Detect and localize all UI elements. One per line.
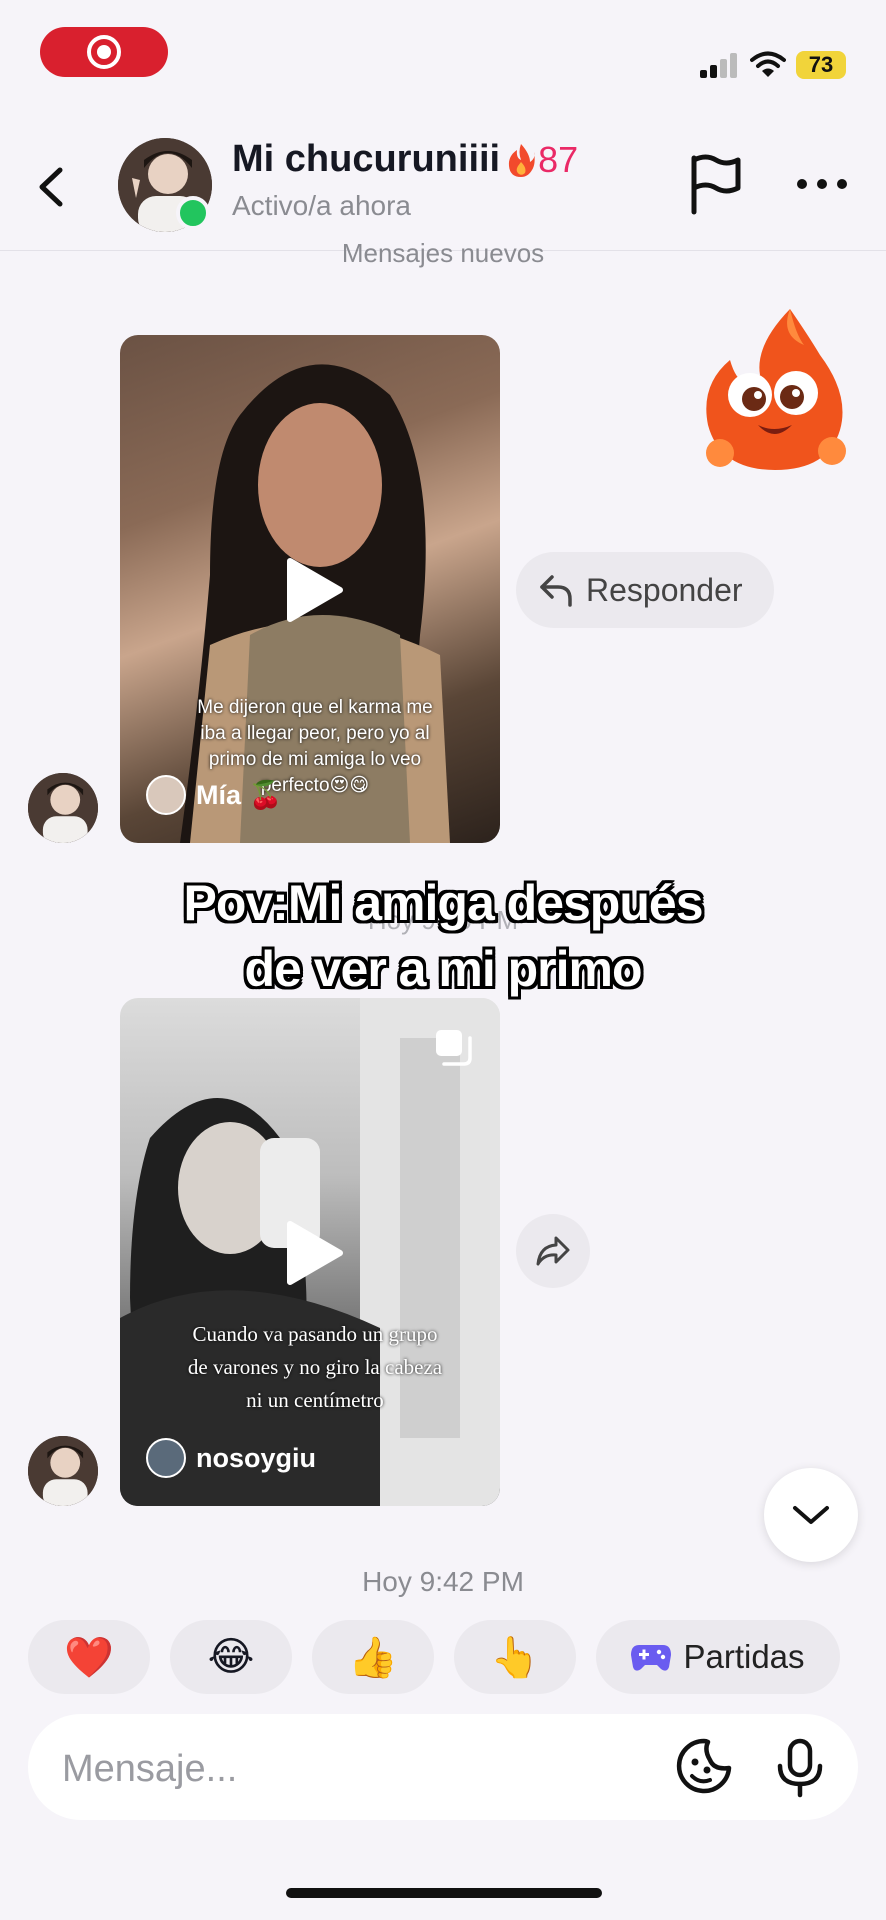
streak-badge: 87: [506, 139, 578, 181]
author-name: Mía 🍒: [196, 780, 283, 810]
sticker-emoji-icon[interactable]: [674, 1736, 734, 1796]
presence-status: Activo/a ahora: [232, 190, 411, 221]
author-avatar: [146, 775, 186, 815]
back-arrow-icon[interactable]: [28, 162, 78, 212]
shared-video-card[interactable]: Cuando va pasando un grupo de varones y …: [120, 998, 500, 1506]
quick-reaction-laugh[interactable]: 😂: [170, 1620, 292, 1694]
quick-reactions-bar: ❤️ 😂 👍 👆 Partidas: [28, 1620, 840, 1694]
video-author[interactable]: nosoygiu: [146, 1438, 316, 1478]
author-avatar: [146, 1438, 186, 1478]
overlay-caption-line2: de ver a mi primo: [244, 941, 642, 997]
share-button[interactable]: [516, 1214, 590, 1288]
new-messages-divider: Mensajes nuevos: [341, 238, 545, 268]
quick-reaction-thumbs-up[interactable]: 👍: [312, 1620, 434, 1694]
scroll-to-bottom-button[interactable]: [764, 1468, 858, 1562]
video-author[interactable]: Mía 🍒: [146, 775, 282, 815]
flame-mascot-sticker: [706, 309, 846, 470]
sender-avatar[interactable]: [28, 1436, 98, 1506]
flame-icon: [509, 143, 535, 177]
play-icon[interactable]: [282, 1218, 346, 1288]
author-name: nosoygiu: [196, 1442, 316, 1473]
quick-reaction-point-up[interactable]: 👆: [454, 1620, 576, 1694]
play-icon[interactable]: [282, 555, 346, 625]
contact-name-text: Mi chucuruniiii: [232, 138, 501, 180]
message-input[interactable]: [60, 1738, 624, 1800]
microphone-icon[interactable]: [772, 1738, 828, 1798]
multiple-items-icon: [436, 1030, 472, 1066]
more-options-icon[interactable]: [792, 166, 852, 202]
cellular-signal-icon: [700, 53, 737, 78]
reply-arrow-icon: [540, 575, 572, 607]
streak-count: 87: [538, 138, 579, 180]
report-flag-icon[interactable]: [686, 152, 746, 216]
home-indicator: [286, 1888, 602, 1898]
reply-button[interactable]: Responder: [516, 552, 774, 628]
share-arrow-icon: [536, 1236, 570, 1266]
sender-avatar[interactable]: [28, 773, 98, 843]
record-icon: [87, 35, 121, 69]
wifi-icon: [750, 51, 786, 77]
reply-label: Responder: [586, 571, 743, 608]
gamepad-icon: [631, 1645, 672, 1671]
games-button[interactable]: Partidas: [596, 1620, 840, 1694]
shared-video-card[interactable]: Me dijeron que el karma me iba a llegar …: [120, 335, 500, 843]
video-caption: Cuando va pasando un grupo de varones y …: [187, 1322, 443, 1412]
overlay-caption: Pov:Mi amiga después de ver a mi primo: [0, 870, 886, 1002]
games-label: Partidas: [683, 1638, 805, 1675]
overlay-caption-line1: Pov:Mi amiga después: [183, 875, 703, 931]
status-icons: 73: [700, 48, 846, 82]
chevron-down-icon: [793, 1506, 829, 1524]
quick-reaction-heart[interactable]: ❤️: [28, 1620, 150, 1694]
battery-indicator: 73: [796, 51, 846, 79]
contact-name[interactable]: Mi chucuruniiii 87: [232, 138, 578, 181]
message-timestamp: Hoy 9:42 PM: [362, 1566, 524, 1597]
online-status-dot: [176, 196, 210, 230]
